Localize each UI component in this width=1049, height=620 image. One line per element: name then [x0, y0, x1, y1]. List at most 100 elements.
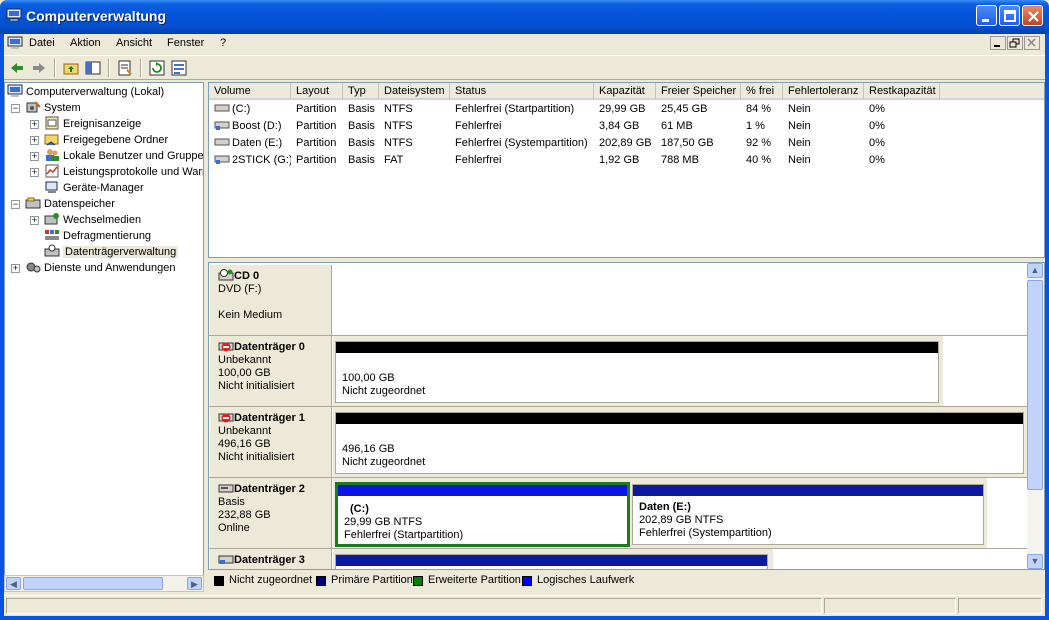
volume-unallocated-disk1[interactable]: 496,16 GB Nicht zugeordnet	[335, 412, 1024, 474]
table-row[interactable]: Daten (E:)	[209, 135, 291, 152]
column-header-fehlertoleranz[interactable]: Fehlertoleranz	[783, 83, 864, 100]
close-button[interactable]	[1022, 5, 1043, 26]
removable-disk-icon	[218, 555, 234, 564]
collapse-toggle[interactable]: −	[11, 104, 20, 113]
removable-storage-icon	[44, 213, 59, 225]
menu-fenster[interactable]: Fenster	[167, 37, 204, 49]
volume-unallocated-disk0[interactable]: 100,00 GB Nicht zugeordnet	[335, 341, 939, 403]
disk-label-datentraeger-0[interactable]: Datenträger 0 Unbekannt 100,00 GB Nicht …	[210, 336, 332, 406]
disk-management-icon	[44, 244, 60, 257]
event-viewer-icon	[45, 116, 59, 130]
properties-icon[interactable]	[116, 59, 134, 77]
volume-list: Volume Layout Typ Dateisystem Status Kap…	[208, 82, 1045, 258]
document-computer-icon[interactable]	[7, 36, 23, 50]
menu-help[interactable]: ?	[220, 37, 226, 49]
column-header-typ[interactable]: Typ	[343, 83, 379, 100]
table-row[interactable]: Boost (D:)	[209, 118, 291, 135]
expand-toggle[interactable]: +	[30, 120, 39, 129]
tree-node-defragmentierung[interactable]: Defragmentierung	[44, 228, 151, 244]
tree-node-system[interactable]: System	[25, 100, 81, 116]
close-icon	[1028, 11, 1039, 22]
disk-error-icon	[218, 342, 234, 352]
maximize-button[interactable]	[999, 5, 1020, 26]
expand-toggle[interactable]: +	[11, 264, 20, 273]
volume-color-bar	[336, 413, 1023, 424]
table-row[interactable]: 2STICK (G:)	[209, 152, 291, 169]
scrollbar-thumb[interactable]	[23, 577, 163, 590]
table-row[interactable]: (C:)	[209, 101, 291, 118]
cell-typ: Basis	[348, 154, 375, 166]
tree-node-ereignisanzeige[interactable]: Ereignisanzeige	[44, 116, 141, 132]
tree-node-dienste[interactable]: Dienste und Anwendungen	[25, 260, 176, 276]
mdi-restore-button[interactable]	[1007, 36, 1023, 50]
tree-node-datenspeicher[interactable]: Datenspeicher	[25, 196, 115, 212]
scrollbar-thumb[interactable]	[1027, 280, 1043, 490]
column-header-status[interactable]: Status	[450, 83, 594, 100]
legend-label: Nicht zugeordnet	[229, 574, 313, 586]
disk-label-datentraeger-1[interactable]: Datenträger 1 Unbekannt 496,16 GB Nicht …	[210, 407, 332, 477]
scroll-right-icon[interactable]: ▶	[187, 577, 202, 590]
column-header-freier-speicher[interactable]: Freier Speicher	[656, 83, 741, 100]
export-list-icon[interactable]	[170, 59, 188, 77]
volume-c-selected[interactable]: (C:) 29,99 GB NTFS Fehlerfrei (Startpart…	[335, 482, 630, 547]
collapse-toggle[interactable]: −	[11, 200, 20, 209]
mdi-minimize-button[interactable]	[990, 36, 1006, 50]
refresh-icon[interactable]	[148, 59, 166, 77]
volume-disk3[interactable]	[335, 554, 768, 569]
device-manager-icon	[45, 181, 58, 193]
forward-icon[interactable]	[30, 59, 48, 77]
show-hide-tree-icon[interactable]	[84, 59, 102, 77]
disk-label-cd0[interactable]: CD 0 DVD (F:) Kein Medium	[210, 265, 332, 335]
up-folder-icon[interactable]	[62, 59, 80, 77]
scroll-down-icon[interactable]: ▼	[1027, 554, 1043, 569]
tree-node-geraete-manager[interactable]: Geräte-Manager	[44, 180, 144, 196]
cell-kapazitaet: 29,99 GB	[599, 103, 646, 115]
column-header-dateisystem[interactable]: Dateisystem	[379, 83, 450, 100]
tree-node-root[interactable]: Computerverwaltung (Lokal)	[7, 84, 164, 100]
tree-node-leistungsprotokolle[interactable]: Leistungsprotokolle und Warnungen	[44, 164, 203, 180]
cell-dateisystem: FAT	[384, 154, 404, 166]
graph-vertical-scrollbar[interactable]: ▲ ▼	[1027, 263, 1043, 569]
expand-toggle[interactable]: +	[30, 136, 39, 145]
legend-swatch-extended	[413, 576, 423, 586]
volume-daten-e[interactable]: Daten (E:) 202,89 GB NTFS Fehlerfrei (Sy…	[632, 484, 984, 545]
cell-kapazitaet: 3,84 GB	[599, 120, 640, 132]
tree-node-wechselmedien[interactable]: Wechselmedien	[44, 212, 141, 228]
column-header-restkapazitaet[interactable]: Restkapazität	[864, 83, 940, 100]
menu-ansicht[interactable]: Ansicht	[116, 37, 152, 49]
cell-layout: Partition	[296, 154, 337, 166]
expand-toggle[interactable]: +	[30, 152, 39, 161]
status-segment	[6, 598, 822, 614]
menu-datei[interactable]: Datei	[29, 37, 55, 49]
column-header-prozent-frei[interactable]: % frei	[741, 83, 783, 100]
volume-color-bar	[336, 342, 938, 353]
back-icon[interactable]	[8, 59, 26, 77]
status-segment	[958, 598, 1042, 614]
menu-aktion[interactable]: Aktion	[70, 37, 101, 49]
tree-node-datentraegerverwaltung[interactable]: Datenträgerverwaltung	[44, 244, 179, 260]
column-header-kapazitaet[interactable]: Kapazität	[594, 83, 656, 100]
title-bar[interactable]: Computerverwaltung	[0, 0, 1049, 34]
tree-node-lokale-benutzer[interactable]: Lokale Benutzer und Gruppen	[44, 148, 203, 164]
disk-label-datentraeger-2[interactable]: Datenträger 2 Basis 232,88 GB Online	[210, 478, 332, 548]
toolbar	[4, 55, 1045, 80]
expand-toggle[interactable]: +	[30, 168, 39, 177]
cell-fehlertoleranz: Nein	[788, 120, 811, 132]
close-icon	[1027, 38, 1036, 47]
minimize-button[interactable]	[976, 5, 997, 26]
cell-prozent-frei: 40 %	[746, 154, 772, 166]
scroll-left-icon[interactable]: ◀	[6, 577, 21, 590]
legend-label: Erweiterte Partition	[428, 574, 521, 586]
scroll-up-icon[interactable]: ▲	[1027, 263, 1043, 278]
system-tools-icon	[26, 101, 41, 113]
tree-node-freigegebene-ordner[interactable]: Freigegebene Ordner	[44, 132, 168, 148]
mdi-close-button[interactable]	[1024, 36, 1040, 50]
removable-drive-icon	[214, 155, 230, 164]
column-header-layout[interactable]: Layout	[291, 83, 343, 100]
tree-horizontal-scrollbar[interactable]: ◀ ▶	[4, 575, 204, 592]
volume-color-bar	[336, 555, 767, 566]
cell-fehlertoleranz: Nein	[788, 154, 811, 166]
expand-toggle[interactable]: +	[30, 216, 39, 225]
column-header-volume[interactable]: Volume	[209, 83, 291, 100]
disk-label-datentraeger-3[interactable]: Datenträger 3	[210, 549, 332, 569]
